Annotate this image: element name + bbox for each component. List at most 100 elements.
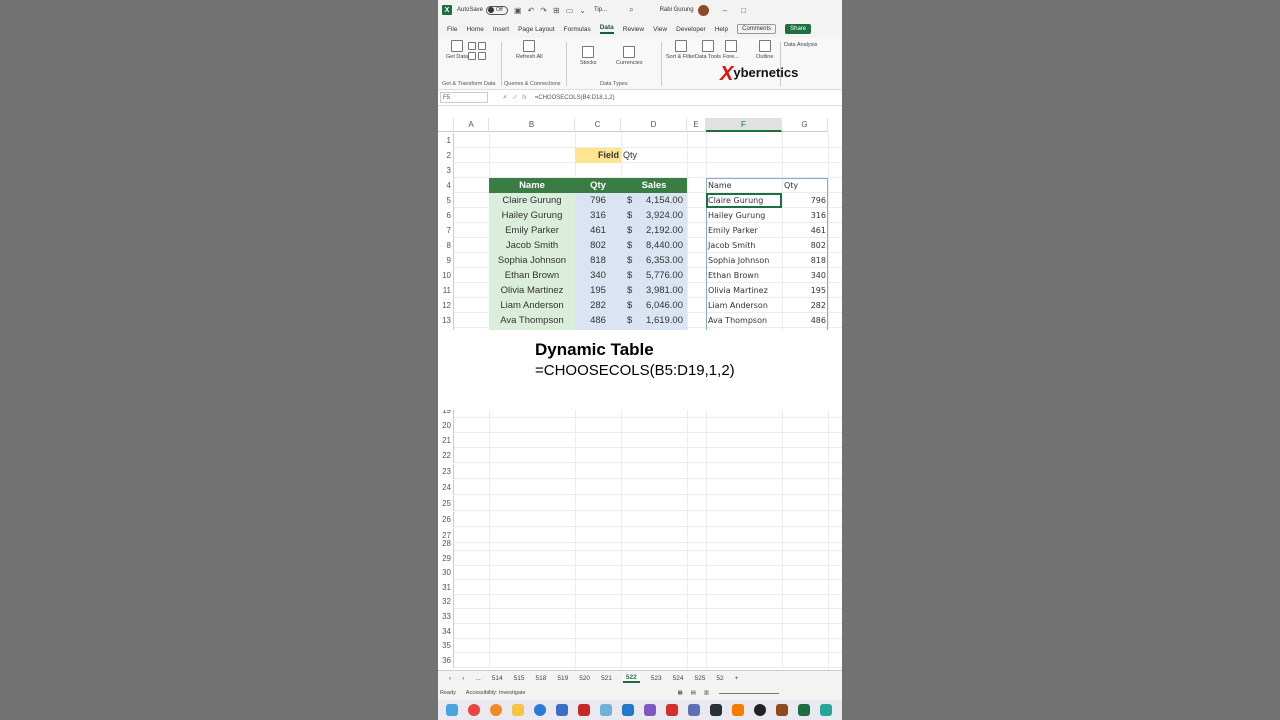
select-all-corner[interactable]: [438, 118, 454, 132]
row-header[interactable]: 24: [438, 480, 454, 495]
page-break-icon[interactable]: ▥: [704, 690, 709, 696]
row-header[interactable]: 12: [438, 298, 454, 313]
filezilla-icon[interactable]: [578, 704, 590, 716]
row-header[interactable]: 29: [438, 550, 454, 566]
add-sheet-icon[interactable]: +: [735, 675, 739, 682]
sheet-tab[interactable]: 522: [622, 674, 640, 683]
sheet-tab[interactable]: 519: [557, 675, 568, 682]
zoom-slider[interactable]: [719, 692, 780, 694]
row-header[interactable]: 8: [438, 238, 454, 253]
camera-icon[interactable]: ▭: [566, 6, 574, 15]
sheet-tab[interactable]: 524: [673, 675, 684, 682]
row-header[interactable]: 6: [438, 208, 454, 223]
qty-cell[interactable]: 486: [575, 313, 621, 328]
app5-icon[interactable]: [754, 704, 766, 716]
table-header[interactable]: Sales: [621, 178, 687, 193]
sales-cell[interactable]: $4,154.00: [621, 193, 687, 208]
chrome-icon[interactable]: [468, 704, 480, 716]
name-cell[interactable]: Jacob Smith: [489, 238, 575, 253]
row-header[interactable]: 21: [438, 433, 454, 448]
tab-data[interactable]: Data: [599, 24, 614, 34]
column-header[interactable]: E: [687, 118, 706, 132]
row-header[interactable]: 36: [438, 652, 454, 668]
cancel-icon[interactable]: ✕: [502, 94, 507, 101]
formula-input[interactable]: =CHOOSECOLS(B4:D18,1,2): [535, 95, 615, 101]
refresh-all-button[interactable]: Refresh All: [516, 40, 543, 60]
enter-icon[interactable]: ✓: [512, 94, 517, 101]
sheet-tab[interactable]: 521: [601, 675, 612, 682]
active-cell[interactable]: [706, 193, 782, 208]
row-header[interactable]: 33: [438, 609, 454, 624]
table-header[interactable]: Name: [489, 178, 575, 193]
tab-view[interactable]: View: [653, 26, 667, 33]
row-header[interactable]: 5: [438, 193, 454, 208]
row-header[interactable]: 30: [438, 565, 454, 581]
row-header[interactable]: 10: [438, 268, 454, 283]
currencies-button[interactable]: Currencies: [616, 46, 643, 66]
maximize-icon[interactable]: □: [741, 6, 746, 15]
save-icon[interactable]: ▣: [514, 6, 522, 15]
sheet-tab[interactable]: 523: [651, 675, 662, 682]
edge-icon[interactable]: [534, 704, 546, 716]
page-layout-icon[interactable]: ▤: [691, 690, 696, 696]
sort-filter-button[interactable]: Sort & Filter: [666, 40, 695, 60]
name-cell[interactable]: Ethan Brown: [489, 268, 575, 283]
column-header[interactable]: G: [782, 118, 828, 132]
row-header[interactable]: 25: [438, 496, 454, 511]
row-header[interactable]: 7: [438, 223, 454, 238]
name-cell[interactable]: Claire Gurung: [489, 193, 575, 208]
row-header[interactable]: 2: [438, 148, 454, 163]
name-box[interactable]: F5: [440, 92, 488, 103]
vscode-icon[interactable]: [622, 704, 634, 716]
sheet-tab[interactable]: 520: [579, 675, 590, 682]
sales-cell[interactable]: $1,619.00: [621, 313, 687, 328]
folder-icon[interactable]: [512, 704, 524, 716]
minimize-icon[interactable]: –: [723, 6, 727, 15]
tab-developer[interactable]: Developer: [676, 26, 706, 33]
outline-button[interactable]: Outline: [756, 40, 773, 60]
qty-cell[interactable]: 282: [575, 298, 621, 313]
sheet-tab[interactable]: 514: [492, 675, 503, 682]
row-header[interactable]: 34: [438, 623, 454, 639]
field-label[interactable]: Field: [575, 148, 621, 163]
search-icon[interactable]: ⌕: [629, 5, 633, 15]
sales-cell[interactable]: $2,192.00: [621, 223, 687, 238]
column-header[interactable]: F: [706, 118, 782, 132]
undo-icon[interactable]: ↶: [528, 6, 535, 15]
row-header[interactable]: 9: [438, 253, 454, 268]
row-header[interactable]: 11: [438, 283, 454, 298]
qty-cell[interactable]: 796: [575, 193, 621, 208]
row-header[interactable]: 3: [438, 163, 454, 178]
sales-cell[interactable]: $6,046.00: [621, 298, 687, 313]
sheet-tab[interactable]: 52: [716, 675, 723, 682]
status-accessibility[interactable]: Accessibility: Investigate: [466, 690, 526, 696]
row-header[interactable]: 20: [438, 418, 454, 433]
data-tools-button[interactable]: Data Tools: [695, 40, 721, 60]
row-header[interactable]: 22: [438, 448, 454, 463]
qty-cell[interactable]: 802: [575, 238, 621, 253]
media-icon[interactable]: [666, 704, 678, 716]
name-cell[interactable]: Ava Thompson: [489, 313, 575, 328]
sales-cell[interactable]: $5,776.00: [621, 268, 687, 283]
get-data-button[interactable]: Get Data: [446, 40, 468, 60]
tab-help[interactable]: Help: [715, 26, 728, 33]
column-header[interactable]: D: [621, 118, 687, 132]
normal-view-icon[interactable]: ▦: [678, 690, 683, 696]
tab-prev-icon[interactable]: ‹: [449, 675, 451, 682]
comments-button[interactable]: Comments: [737, 24, 777, 34]
name-cell[interactable]: Olivia Martinez: [489, 283, 575, 298]
row-header[interactable]: 35: [438, 638, 454, 654]
app-icon[interactable]: [600, 704, 612, 716]
row-header[interactable]: 4: [438, 178, 454, 193]
column-header[interactable]: C: [575, 118, 621, 132]
calendar-icon[interactable]: [556, 704, 568, 716]
qty-cell[interactable]: 461: [575, 223, 621, 238]
app6-icon[interactable]: [776, 704, 788, 716]
row-header[interactable]: 31: [438, 579, 454, 595]
row-header[interactable]: 28: [438, 536, 454, 551]
name-cell[interactable]: Liam Anderson: [489, 298, 575, 313]
column-header[interactable]: A: [454, 118, 489, 132]
sheet-tab[interactable]: ...: [475, 675, 480, 682]
excel-icon[interactable]: [798, 704, 810, 716]
qty-cell[interactable]: 818: [575, 253, 621, 268]
